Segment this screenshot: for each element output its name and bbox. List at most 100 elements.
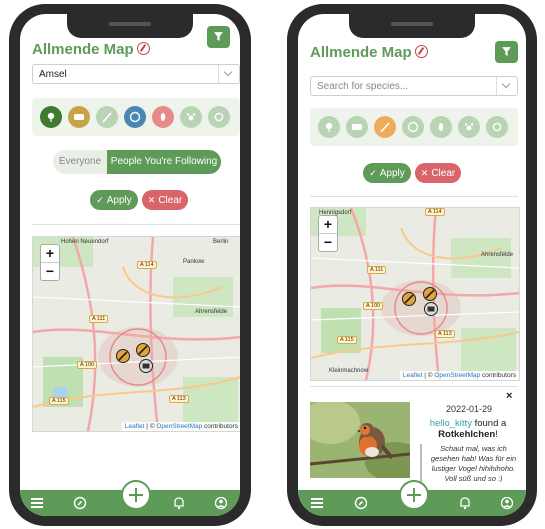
clear-button-label: Clear — [431, 168, 456, 179]
road-label-a115: A 115 — [49, 397, 69, 405]
zoom-in-button[interactable]: + — [41, 245, 59, 263]
category-fungi-button[interactable] — [68, 106, 90, 128]
screen-right: Allmende Map Search for species... ✓ Appl… — [298, 14, 526, 516]
category-insects-button[interactable] — [430, 116, 452, 138]
sighting-date: 2022-01-29 — [446, 404, 493, 414]
divider — [310, 386, 518, 387]
divider — [32, 224, 240, 225]
category-plants-button[interactable] — [40, 106, 62, 128]
toggle-everyone[interactable]: Everyone — [53, 150, 107, 174]
clear-button-label: Clear — [158, 195, 183, 206]
compass-icon[interactable] — [354, 496, 368, 510]
paw-icon — [186, 113, 196, 121]
attr-contributors: contributors — [480, 372, 516, 379]
zoom-in-button[interactable]: + — [319, 216, 337, 234]
road-label-a100: A 100 — [363, 302, 384, 310]
add-sighting-button[interactable] — [399, 480, 429, 510]
plus-icon — [407, 488, 421, 502]
compass-icon[interactable] — [73, 496, 87, 510]
close-popup-button[interactable]: × — [506, 390, 512, 402]
map-label-ahrensfelde: Ahrensfelde — [195, 309, 228, 315]
osm-link[interactable]: OpenStreetMap — [156, 423, 202, 430]
user-circle-icon[interactable] — [500, 496, 514, 510]
apply-button-label: Apply — [106, 195, 132, 206]
compass-icon — [414, 45, 428, 58]
sighting-title: hello_kitty found a Rotkehlchen! — [418, 418, 518, 440]
bird-marker-icon[interactable] — [423, 287, 437, 301]
bottom-nav — [20, 480, 240, 516]
phone-notch — [349, 14, 475, 38]
clear-button[interactable]: ✕ Clear — [415, 163, 461, 183]
map-label-kleinmachnow: Kleinmachnow — [329, 368, 369, 374]
camera-marker-icon[interactable] — [424, 302, 438, 316]
app-title: Allmende Map — [32, 41, 134, 58]
road-label-a114: A 114 — [425, 208, 445, 216]
map-view[interactable]: Hohen Neuendorf Berlin Pankow Ahrensfeld… — [32, 236, 240, 432]
category-birds-button[interactable] — [96, 106, 118, 128]
bug-icon — [160, 113, 166, 121]
x-icon: ✕ — [420, 168, 429, 178]
menu-icon[interactable] — [310, 496, 324, 510]
road-label-a111: A 111 — [89, 315, 109, 323]
add-sighting-button[interactable] — [121, 480, 151, 510]
leaflet-link[interactable]: Leaflet — [125, 423, 145, 430]
road-label-a100: A 100 — [77, 361, 98, 369]
filter-button[interactable] — [207, 26, 230, 48]
apply-button[interactable]: ✓ Apply — [90, 190, 138, 210]
bird-marker-icon[interactable] — [402, 292, 416, 306]
sighting-photo[interactable] — [310, 402, 410, 478]
divider — [310, 196, 518, 197]
filter-button[interactable] — [495, 41, 518, 63]
zoom-out-button[interactable]: − — [41, 263, 59, 280]
compass-icon — [136, 42, 150, 55]
category-water-button[interactable] — [124, 106, 146, 128]
bug-icon — [438, 123, 444, 131]
app-title-row: Allmende Map — [310, 44, 428, 61]
species-select-value: Amsel — [39, 69, 67, 80]
map-label-hohen-neuendorf: Hohen Neuendorf — [61, 239, 109, 245]
sighting-user-link[interactable]: hello_kitty — [430, 418, 472, 429]
bird-marker-icon[interactable] — [136, 343, 150, 357]
species-select[interactable]: Amsel — [32, 64, 240, 84]
clear-button[interactable]: ✕ Clear — [142, 190, 188, 210]
species-search-input[interactable]: Search for species... — [310, 76, 518, 96]
category-water-button[interactable] — [402, 116, 424, 138]
apply-button[interactable]: ✓ Apply — [363, 163, 411, 183]
map-view[interactable]: Hennigsdorf Ahrensfelde Kleinmachnow A 1… — [310, 207, 520, 381]
phone-frame-left: Allmende Map Amsel Everyone People You'r… — [9, 4, 251, 526]
user-circle-icon[interactable] — [214, 496, 228, 510]
category-other-button[interactable] — [208, 106, 230, 128]
screen-left: Allmende Map Amsel Everyone People You'r… — [20, 14, 240, 516]
filter-icon — [502, 47, 511, 56]
menu-icon[interactable] — [30, 496, 44, 510]
zoom-out-button[interactable]: − — [319, 234, 337, 251]
sighting-bird-name[interactable]: Rotkehlchen — [438, 429, 495, 440]
chevron-down-icon — [218, 65, 239, 83]
filter-icon — [214, 32, 223, 41]
category-fungi-button[interactable] — [346, 116, 368, 138]
plant-icon — [47, 112, 55, 122]
leaflet-link[interactable]: Leaflet — [403, 372, 423, 379]
toggle-following[interactable]: People You're Following — [107, 150, 221, 174]
apply-button-label: Apply — [379, 168, 405, 179]
osm-link[interactable]: OpenStreetMap — [434, 372, 480, 379]
category-birds-button[interactable] — [374, 116, 396, 138]
category-mammals-button[interactable] — [180, 106, 202, 128]
bell-icon[interactable] — [172, 496, 186, 510]
bell-icon[interactable] — [458, 496, 472, 510]
category-mammals-button[interactable] — [458, 116, 480, 138]
map-label-berlin: Berlin — [213, 239, 229, 245]
camera-marker-icon[interactable] — [139, 359, 153, 373]
category-plants-button[interactable] — [318, 116, 340, 138]
species-search-placeholder: Search for species... — [317, 81, 409, 92]
attr-contributors: contributors — [202, 423, 238, 430]
attr-separator: | © — [144, 423, 157, 430]
category-insects-button[interactable] — [152, 106, 174, 128]
category-other-button[interactable] — [486, 116, 508, 138]
check-icon: ✓ — [369, 168, 377, 178]
bird-marker-icon[interactable] — [116, 349, 130, 363]
robin-photo — [310, 402, 410, 478]
x-icon: ✕ — [147, 195, 156, 205]
road-label-a115: A 115 — [337, 336, 357, 344]
road-label-a113: A 113 — [435, 330, 455, 338]
